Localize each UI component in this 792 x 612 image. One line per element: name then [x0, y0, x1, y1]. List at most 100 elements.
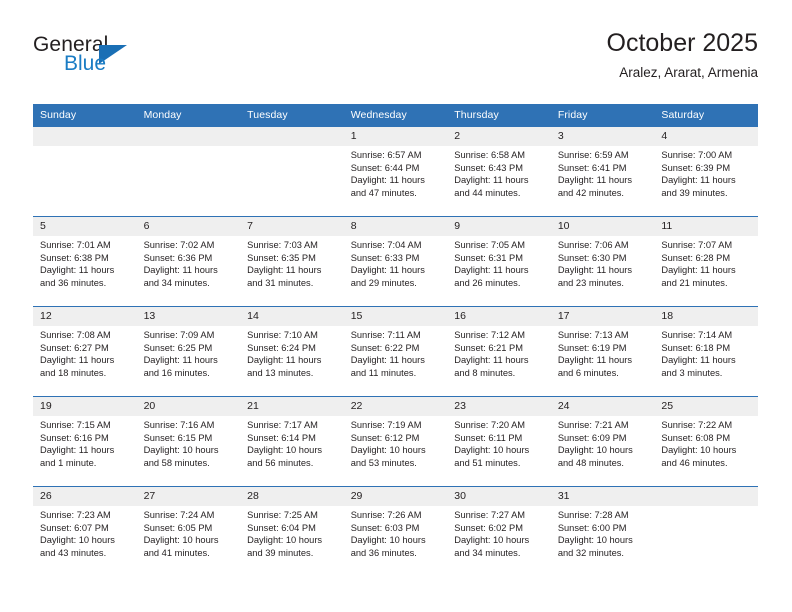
weekday-header-saturday: Saturday	[654, 104, 758, 127]
daylight-text-line2: and 34 minutes.	[454, 547, 521, 558]
sunrise-text: Sunrise: 7:23 AM	[40, 510, 111, 520]
sunset-text: Sunset: 6:08 PM	[661, 432, 731, 443]
calendar-day-cell[interactable]: 24 Sunrise: 7:21 AM Sunset: 6:09 PM Dayligh…	[550, 396, 655, 475]
daylight-text-line2: and 41 minutes.	[143, 547, 210, 558]
general-blue-logo[interactable]: General Blue	[33, 33, 263, 89]
calendar-day-cell[interactable]: 6 Sunrise: 7:02 AM Sunset: 6:36 PM Daylight…	[136, 216, 241, 295]
sunrise-text: Sunrise: 6:59 AM	[557, 150, 629, 160]
calendar-day-cell[interactable]: 1 Sunrise: 6:57 AM Sunset: 6:44 PM Daylight…	[343, 126, 448, 205]
calendar-day-cell[interactable]: 19 Sunrise: 7:15 AM Sunset: 6:16 PM Dayligh…	[33, 396, 137, 475]
sunrise-text: Sunrise: 7:20 AM	[454, 420, 526, 430]
daylight-text-line1: Daylight: 11 hours	[661, 265, 736, 276]
calendar-day-cell[interactable]: 3 Sunrise: 6:59 AM Sunset: 6:41 PM Daylight…	[550, 126, 655, 205]
calendar-day-cell[interactable]: 25 Sunrise: 7:22 AM Sunset: 6:08 PM Dayligh…	[654, 396, 758, 475]
daylight-text-line1: Daylight: 11 hours	[454, 175, 529, 186]
sunset-text: Sunset: 6:35 PM	[247, 252, 316, 263]
day-cell-inner: 24 Sunrise: 7:21 AM Sunset: 6:09 PM Dayligh…	[550, 397, 655, 475]
day-sun-info: Sunrise: 7:00 AM Sunset: 6:39 PM Daylight:…	[654, 146, 758, 199]
day-number: 27	[136, 487, 241, 506]
sunset-text: Sunset: 6:16 PM	[40, 432, 109, 443]
calendar-day-cell[interactable]: 13 Sunrise: 7:09 AM Sunset: 6:25 PM Dayligh…	[136, 306, 241, 385]
location-subtitle: Aralez, Ararat, Armenia	[619, 65, 758, 80]
sunset-text: Sunset: 6:25 PM	[143, 342, 213, 353]
sunset-text: Sunset: 6:41 PM	[557, 162, 627, 173]
sunrise-text: Sunrise: 7:02 AM	[143, 240, 215, 250]
sunset-text: Sunset: 6:30 PM	[557, 252, 627, 263]
daylight-text-line2: and 26 minutes.	[454, 277, 521, 288]
day-sun-info: Sunrise: 7:27 AM Sunset: 6:02 PM Daylight:…	[447, 506, 551, 559]
calendar-week-row: 12 Sunrise: 7:08 AM Sunset: 6:27 PM Dayligh…	[33, 306, 758, 385]
daylight-text-line2: and 13 minutes.	[247, 367, 314, 378]
sunset-text: Sunset: 6:12 PM	[350, 432, 420, 443]
calendar-day-cell[interactable]: 26 Sunrise: 7:23 AM Sunset: 6:07 PM Dayligh…	[33, 486, 137, 565]
sunrise-text: Sunrise: 7:27 AM	[454, 510, 526, 520]
calendar-day-cell[interactable]: 18 Sunrise: 7:14 AM Sunset: 6:18 PM Dayligh…	[654, 306, 758, 385]
day-cell-inner: 12 Sunrise: 7:08 AM Sunset: 6:27 PM Dayligh…	[33, 307, 137, 385]
sunrise-text: Sunrise: 7:11 AM	[350, 330, 421, 340]
calendar-day-cell[interactable]: 14 Sunrise: 7:10 AM Sunset: 6:24 PM Dayligh…	[240, 306, 344, 385]
sunrise-text: Sunrise: 7:03 AM	[247, 240, 318, 250]
calendar-day-cell[interactable]: 28 Sunrise: 7:25 AM Sunset: 6:04 PM Dayligh…	[240, 486, 344, 565]
sunrise-text: Sunrise: 7:25 AM	[247, 510, 318, 520]
day-cell-inner	[654, 487, 758, 565]
day-cell-inner: 18 Sunrise: 7:14 AM Sunset: 6:18 PM Dayligh…	[654, 307, 758, 385]
daylight-text-line1: Daylight: 11 hours	[40, 355, 115, 366]
daylight-text-line1: Daylight: 11 hours	[247, 265, 322, 276]
calendar-empty-cell	[136, 126, 241, 205]
calendar-day-cell[interactable]: 17 Sunrise: 7:13 AM Sunset: 6:19 PM Dayligh…	[550, 306, 655, 385]
daylight-text-line1: Daylight: 10 hours	[247, 535, 323, 546]
sunset-text: Sunset: 6:27 PM	[40, 342, 109, 353]
calendar-day-cell[interactable]: 9 Sunrise: 7:05 AM Sunset: 6:31 PM Daylight…	[447, 216, 551, 295]
day-cell-inner: 25 Sunrise: 7:22 AM Sunset: 6:08 PM Dayligh…	[654, 397, 758, 475]
calendar-day-cell[interactable]: 20 Sunrise: 7:16 AM Sunset: 6:15 PM Dayligh…	[136, 396, 241, 475]
calendar-day-cell[interactable]: 7 Sunrise: 7:03 AM Sunset: 6:35 PM Daylight…	[240, 216, 344, 295]
calendar-day-cell[interactable]: 31 Sunrise: 7:28 AM Sunset: 6:00 PM Dayligh…	[550, 486, 655, 565]
day-sun-info: Sunrise: 7:06 AM Sunset: 6:30 PM Daylight:…	[551, 236, 655, 289]
calendar-day-cell[interactable]: 22 Sunrise: 7:19 AM Sunset: 6:12 PM Dayligh…	[343, 396, 448, 475]
daylight-text-line2: and 31 minutes.	[247, 277, 314, 288]
calendar-day-cell[interactable]: 12 Sunrise: 7:08 AM Sunset: 6:27 PM Dayligh…	[33, 306, 137, 385]
daylight-text-line1: Daylight: 11 hours	[143, 265, 218, 276]
sunrise-text: Sunrise: 7:04 AM	[350, 240, 422, 250]
day-sun-info: Sunrise: 7:12 AM Sunset: 6:21 PM Daylight:…	[447, 326, 551, 379]
calendar-day-cell[interactable]: 11 Sunrise: 7:07 AM Sunset: 6:28 PM Dayligh…	[654, 216, 758, 295]
day-number: 23	[447, 397, 551, 416]
calendar-day-cell[interactable]: 21 Sunrise: 7:17 AM Sunset: 6:14 PM Dayligh…	[240, 396, 344, 475]
day-number: 13	[136, 307, 241, 326]
day-number	[654, 487, 758, 506]
calendar-day-cell[interactable]: 10 Sunrise: 7:06 AM Sunset: 6:30 PM Dayligh…	[550, 216, 655, 295]
calendar-day-cell[interactable]: 2 Sunrise: 6:58 AM Sunset: 6:43 PM Daylight…	[447, 126, 551, 205]
calendar-day-cell[interactable]: 30 Sunrise: 7:27 AM Sunset: 6:02 PM Dayligh…	[447, 486, 551, 565]
day-sun-info: Sunrise: 7:05 AM Sunset: 6:31 PM Daylight:…	[447, 236, 551, 289]
sunset-text: Sunset: 6:14 PM	[247, 432, 316, 443]
daylight-text-line1: Daylight: 10 hours	[557, 445, 633, 456]
sunrise-text: Sunrise: 7:09 AM	[143, 330, 215, 340]
day-number: 15	[343, 307, 448, 326]
day-sun-info: Sunrise: 7:08 AM Sunset: 6:27 PM Daylight:…	[33, 326, 137, 379]
day-number: 2	[447, 127, 551, 146]
calendar-day-cell[interactable]: 5 Sunrise: 7:01 AM Sunset: 6:38 PM Daylight…	[33, 216, 137, 295]
daylight-text-line2: and 51 minutes.	[454, 457, 521, 468]
calendar-day-cell[interactable]: 23 Sunrise: 7:20 AM Sunset: 6:11 PM Dayligh…	[447, 396, 551, 475]
calendar-day-cell[interactable]: 27 Sunrise: 7:24 AM Sunset: 6:05 PM Dayligh…	[136, 486, 241, 565]
day-sun-info: Sunrise: 7:02 AM Sunset: 6:36 PM Daylight:…	[137, 236, 241, 289]
daylight-text-line1: Daylight: 11 hours	[557, 265, 633, 276]
calendar-day-cell[interactable]: 8 Sunrise: 7:04 AM Sunset: 6:33 PM Daylight…	[343, 216, 448, 295]
daylight-text-line2: and 39 minutes.	[661, 187, 728, 198]
sunset-text: Sunset: 6:05 PM	[143, 522, 213, 533]
day-sun-info: Sunrise: 7:28 AM Sunset: 6:00 PM Daylight:…	[551, 506, 655, 559]
day-number: 1	[343, 127, 448, 146]
calendar-week-row: 19 Sunrise: 7:15 AM Sunset: 6:16 PM Dayligh…	[33, 396, 758, 475]
day-sun-info: Sunrise: 7:20 AM Sunset: 6:11 PM Daylight:…	[447, 416, 551, 469]
sunset-text: Sunset: 6:43 PM	[454, 162, 523, 173]
day-number: 17	[550, 307, 655, 326]
calendar-day-cell[interactable]: 16 Sunrise: 7:12 AM Sunset: 6:21 PM Dayligh…	[447, 306, 551, 385]
calendar-day-cell[interactable]: 29 Sunrise: 7:26 AM Sunset: 6:03 PM Dayligh…	[343, 486, 448, 565]
day-number: 6	[136, 217, 241, 236]
day-sun-info: Sunrise: 7:24 AM Sunset: 6:05 PM Daylight:…	[137, 506, 241, 559]
calendar-day-cell[interactable]: 4 Sunrise: 7:00 AM Sunset: 6:39 PM Daylight…	[654, 126, 758, 205]
day-number: 29	[343, 487, 448, 506]
sunrise-text: Sunrise: 7:17 AM	[247, 420, 318, 430]
daylight-text-line1: Daylight: 11 hours	[40, 265, 115, 276]
calendar-day-cell[interactable]: 15 Sunrise: 7:11 AM Sunset: 6:22 PM Dayligh…	[343, 306, 448, 385]
